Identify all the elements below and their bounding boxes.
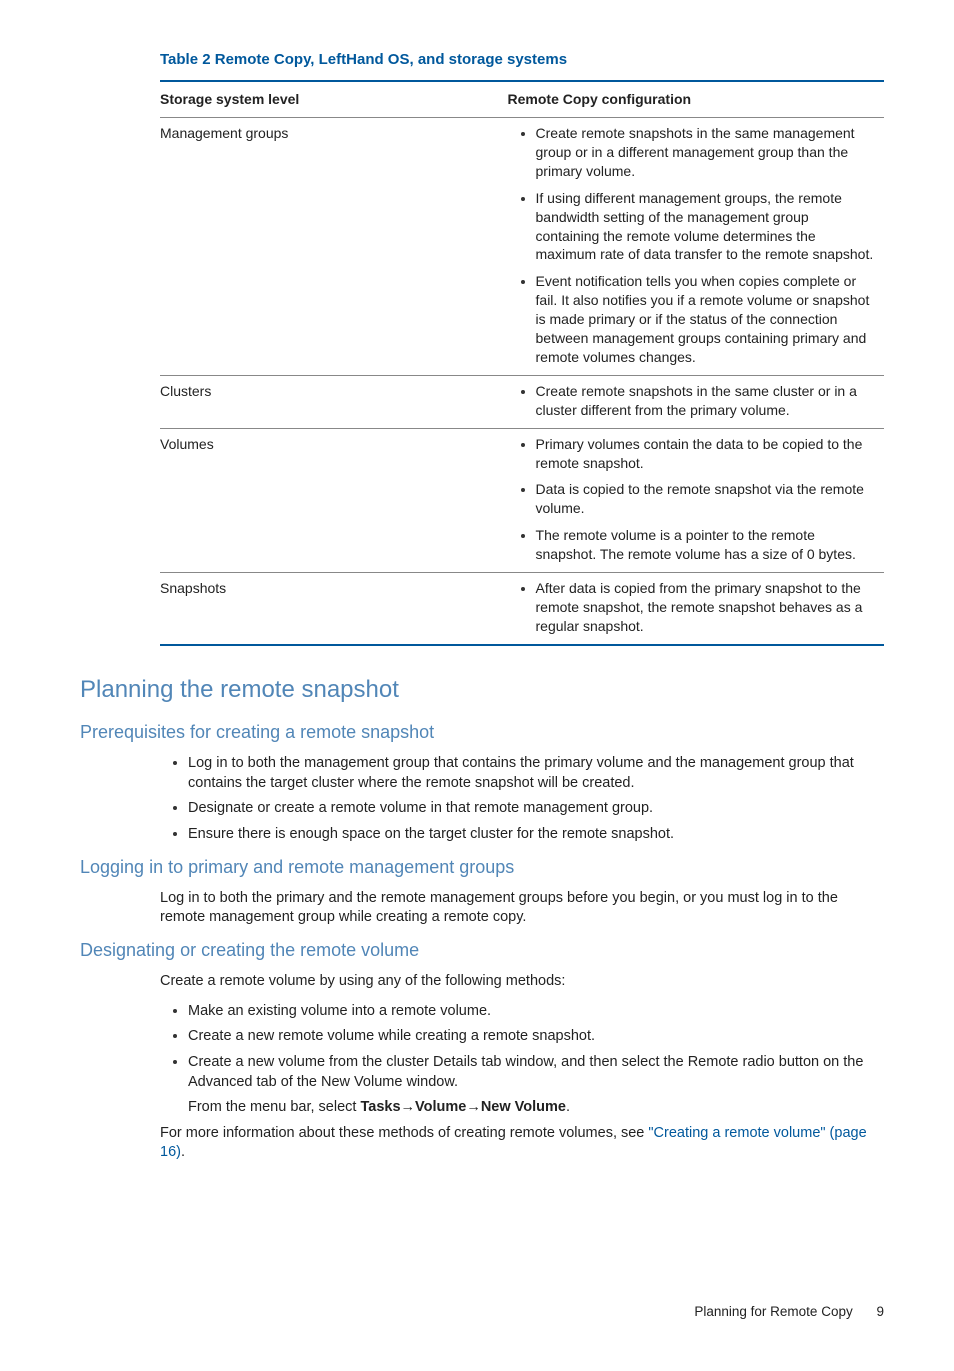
list-item: Create a new remote volume while creatin… (188, 1027, 884, 1047)
footer-title: Planning for Remote Copy (694, 1304, 852, 1319)
outro-text: For more information about these methods… (160, 1125, 648, 1141)
row-label: Clusters (160, 375, 508, 428)
menu-path-prefix: From the menu bar, select (188, 1099, 360, 1115)
list-item: Create remote snapshots in the same mana… (536, 124, 876, 181)
config-table: Storage system level Remote Copy configu… (160, 80, 884, 645)
list-item: Log in to both the management group that… (188, 754, 884, 793)
list-item: If using different management groups, th… (536, 189, 876, 265)
list-item: Create remote snapshots in the same clus… (536, 382, 876, 420)
logging-paragraph: Log in to both the primary and the remot… (160, 889, 884, 928)
table-row: Clusters Create remote snapshots in the … (160, 375, 884, 428)
row-label: Volumes (160, 428, 508, 572)
list-item: Designate or create a remote volume in t… (188, 799, 884, 819)
designating-intro: Create a remote volume by using any of t… (160, 972, 884, 992)
page-footer: Planning for Remote Copy 9 (80, 1303, 884, 1321)
list-item: Make an existing volume into a remote vo… (188, 1002, 884, 1022)
menu-path-bold: New Volume (481, 1099, 566, 1115)
list-item: After data is copied from the primary sn… (536, 579, 876, 636)
list-item: Ensure there is enough space on the targ… (188, 825, 884, 845)
list-item-text: Create a new volume from the cluster Det… (188, 1054, 863, 1090)
list-item: Primary volumes contain the data to be c… (536, 435, 876, 473)
list-item: Create a new volume from the cluster Det… (188, 1053, 884, 1118)
table-row: Snapshots After data is copied from the … (160, 572, 884, 644)
outro-post: . (181, 1144, 185, 1160)
prereq-list: Log in to both the management group that… (160, 754, 884, 844)
page-number: 9 (876, 1304, 884, 1319)
menu-path-bold: Volume (415, 1099, 466, 1115)
section-heading-prereq: Prerequisites for creating a remote snap… (80, 720, 884, 744)
designating-list: Make an existing volume into a remote vo… (160, 1002, 884, 1118)
table-header-col1: Storage system level (160, 81, 508, 117)
section-heading-logging: Logging in to primary and remote managem… (80, 855, 884, 879)
table-row: Management groups Create remote snapshot… (160, 118, 884, 376)
list-item: Event notification tells you when copies… (536, 272, 876, 366)
row-label: Snapshots (160, 572, 508, 644)
menu-path-bold: Tasks (360, 1099, 400, 1115)
table-caption: Table 2 Remote Copy, LeftHand OS, and st… (160, 50, 884, 70)
designating-outro: For more information about these methods… (160, 1124, 884, 1163)
list-item: The remote volume is a pointer to the re… (536, 526, 876, 564)
row-label: Management groups (160, 118, 508, 376)
table-row: Volumes Primary volumes contain the data… (160, 428, 884, 572)
section-heading-planning: Planning the remote snapshot (80, 674, 884, 706)
list-item: Data is copied to the remote snapshot vi… (536, 480, 876, 518)
table-header-col2: Remote Copy configuration (508, 81, 884, 117)
section-heading-designating: Designating or creating the remote volum… (80, 938, 884, 962)
